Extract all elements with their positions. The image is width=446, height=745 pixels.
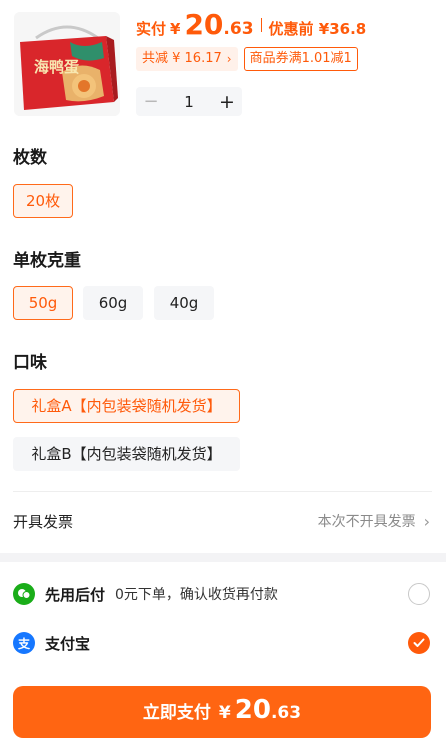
count-section-title: 枚数 bbox=[13, 148, 47, 168]
invoice-label: 开具发票 bbox=[13, 512, 74, 531]
option-weight-40g[interactable]: 40g bbox=[154, 286, 214, 320]
option-weight-60g[interactable]: 60g bbox=[83, 286, 143, 320]
price-label: 实付 bbox=[136, 20, 167, 38]
quantity-value[interactable]: 1 bbox=[166, 93, 212, 111]
radio-unselected[interactable] bbox=[408, 583, 430, 605]
price-integer: 20 bbox=[184, 8, 224, 41]
pay-button-amount-integer: 20 bbox=[234, 695, 271, 725]
divider bbox=[13, 491, 432, 492]
pay-now-button[interactable]: 立即支付 ¥ 20 .63 bbox=[13, 686, 431, 738]
option-count-20[interactable]: 20枚 bbox=[13, 184, 74, 218]
price-currency: ¥ bbox=[170, 20, 181, 38]
pay-button-label: 立即支付 bbox=[142, 703, 211, 723]
product-image: 海鸭蛋 bbox=[14, 12, 120, 116]
payment-name: 先用后付 bbox=[45, 585, 106, 604]
reduction-text: 共减 ¥ 16.17 bbox=[142, 51, 222, 66]
coupon-tag[interactable]: 商品券满1.01减1 bbox=[243, 47, 358, 71]
option-flavor-gift-box-a[interactable]: 礼盒A【内包装袋随机发货】 bbox=[13, 389, 240, 423]
pay-button-currency: ¥ bbox=[218, 703, 231, 723]
price-row: 实付 ¥ 20 .63 优惠前 ¥36.8 bbox=[136, 8, 366, 41]
price-decimal: .63 bbox=[223, 19, 254, 39]
invoice-row[interactable]: 开具发票 本次不开具发票 › bbox=[13, 508, 430, 534]
discount-tags: 共减 ¥ 16.17 › 商品券满1.01减1 bbox=[136, 47, 358, 71]
original-price: 优惠前 ¥36.8 bbox=[268, 20, 367, 38]
pay-button-amount-decimal: .63 bbox=[270, 703, 302, 723]
reduction-tag[interactable]: 共减 ¥ 16.17 › bbox=[136, 47, 238, 71]
increment-button[interactable]: + bbox=[212, 91, 242, 113]
alipay-icon: 支 bbox=[13, 632, 35, 654]
chevron-right-icon: › bbox=[226, 52, 232, 66]
flavor-section-title: 口味 bbox=[13, 353, 47, 373]
price-separator bbox=[260, 17, 262, 32]
payment-method-alipay[interactable]: 支 支付宝 bbox=[13, 630, 430, 656]
product-summary: 海鸭蛋 实付 ¥ 20 .63 优惠前 ¥36.8 共减 ¥ 16.17 › 商… bbox=[0, 0, 446, 130]
payment-desc: 0元下单，确认收货再付款 bbox=[115, 587, 278, 603]
radio-selected-check-icon[interactable] bbox=[408, 632, 430, 654]
quantity-stepper: − 1 + bbox=[136, 87, 242, 116]
option-flavor-gift-box-b[interactable]: 礼盒B【内包装袋随机发货】 bbox=[13, 437, 240, 471]
invoice-value: 本次不开具发票 › bbox=[318, 511, 430, 531]
invoice-value-text: 本次不开具发票 bbox=[317, 514, 416, 530]
svg-text:海鸭蛋: 海鸭蛋 bbox=[34, 58, 79, 76]
payment-name: 支付宝 bbox=[45, 634, 91, 653]
decrement-button[interactable]: − bbox=[136, 91, 166, 112]
wechat-pay-later-icon bbox=[13, 583, 35, 605]
gift-box-illustration: 海鸭蛋 bbox=[14, 12, 120, 116]
weight-section-title: 单枚克重 bbox=[13, 251, 81, 271]
chevron-right-icon: › bbox=[423, 511, 430, 531]
section-separator bbox=[0, 553, 446, 562]
payment-method-pay-later[interactable]: 先用后付 0元下单，确认收货再付款 bbox=[13, 581, 430, 607]
option-weight-50g[interactable]: 50g bbox=[13, 286, 73, 320]
